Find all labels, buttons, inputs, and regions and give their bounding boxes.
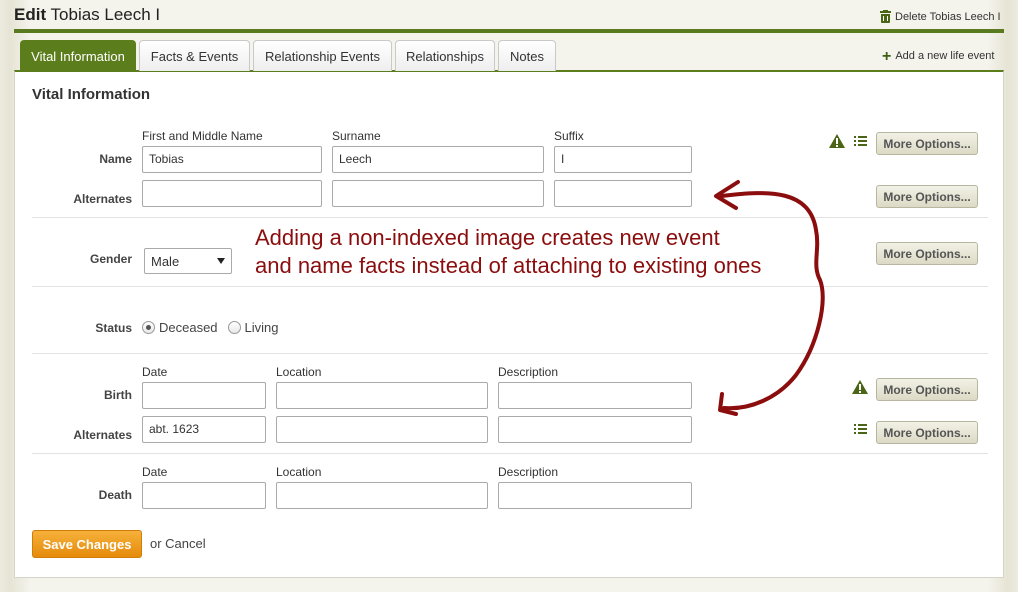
- name-alternates-label: Alternates: [73, 192, 132, 206]
- warning-icon[interactable]: [852, 380, 868, 394]
- first-name-input[interactable]: Tobias: [142, 146, 322, 173]
- tab-facts-events[interactable]: Facts & Events: [139, 40, 250, 71]
- col-head-death-location: Location: [276, 465, 322, 479]
- birth-more-options-button[interactable]: More Options...: [876, 378, 978, 401]
- name-label: Name: [99, 152, 132, 166]
- list-icon[interactable]: [854, 136, 867, 147]
- tab-vital-information[interactable]: Vital Information: [20, 40, 136, 71]
- gender-label: Gender: [89, 252, 132, 266]
- alt-birth-description-input[interactable]: [498, 416, 692, 443]
- tab-relationship-events[interactable]: Relationship Events: [253, 40, 392, 71]
- section-title: Vital Information: [32, 86, 151, 103]
- warning-icon[interactable]: [829, 134, 845, 148]
- annotation-text: Adding a non-indexed image creates new e…: [255, 224, 761, 280]
- row-divider: [32, 217, 988, 218]
- page-title: Edit Tobias Leech I: [14, 5, 160, 25]
- annotation-arrow: [714, 180, 825, 416]
- col-head-suffix: Suffix: [554, 129, 584, 143]
- save-changes-button[interactable]: Save Changes: [32, 530, 142, 558]
- living-label: Living: [244, 320, 279, 335]
- col-head-death-date: Date: [142, 465, 168, 479]
- status-radio-group: Deceased Living: [142, 320, 279, 335]
- add-life-event-link[interactable]: + Add a new life event: [882, 47, 995, 65]
- col-head-surname: Surname: [332, 129, 381, 143]
- birth-alternates-more-options-button[interactable]: More Options...: [876, 421, 978, 444]
- death-date-input[interactable]: [142, 482, 266, 509]
- delete-person-link[interactable]: Delete Tobias Leech I: [880, 10, 1001, 23]
- deceased-radio[interactable]: [142, 321, 155, 334]
- gender-selected-value: Male: [151, 253, 180, 269]
- add-life-event-label: Add a new life event: [895, 50, 995, 62]
- header-divider: [14, 29, 1004, 33]
- birth-date-input[interactable]: [142, 382, 266, 409]
- annotation-line-2: and name facts instead of attaching to e…: [255, 253, 762, 278]
- col-head-death-description: Description: [498, 465, 559, 479]
- alt-birth-date-input[interactable]: abt. 1623: [142, 416, 266, 443]
- trash-icon: [880, 10, 891, 23]
- plus-icon: +: [882, 47, 892, 65]
- death-location-input[interactable]: [276, 482, 488, 509]
- alternates-more-options-button[interactable]: More Options...: [876, 185, 978, 208]
- alt-birth-location-input[interactable]: [276, 416, 488, 443]
- name-more-options-button[interactable]: More Options...: [876, 132, 978, 155]
- list-icon[interactable]: [854, 424, 867, 435]
- tab-relationships[interactable]: Relationships: [395, 40, 495, 71]
- cancel-link[interactable]: or Cancel: [150, 536, 206, 551]
- col-head-birth-date: Date: [142, 365, 168, 379]
- birth-location-input[interactable]: [276, 382, 488, 409]
- gender-more-options-button[interactable]: More Options...: [876, 242, 978, 265]
- birth-label: Birth: [104, 388, 132, 402]
- edit-word: Edit: [14, 5, 47, 24]
- alt-first-name-input[interactable]: [142, 180, 322, 207]
- row-divider: [32, 453, 988, 454]
- birth-description-input[interactable]: [498, 382, 692, 409]
- birth-alternates-label: Alternates: [73, 428, 132, 442]
- surname-input[interactable]: Leech: [332, 146, 544, 173]
- col-head-birth-location: Location: [276, 365, 322, 379]
- alt-suffix-input[interactable]: [554, 180, 692, 207]
- suffix-input[interactable]: I: [554, 146, 692, 173]
- death-description-input[interactable]: [498, 482, 692, 509]
- delete-person-label: Delete Tobias Leech I: [895, 10, 1001, 23]
- alt-surname-input[interactable]: [332, 180, 544, 207]
- living-radio[interactable]: [227, 321, 241, 334]
- gender-select[interactable]: Male: [144, 248, 232, 274]
- chevron-down-icon: [217, 258, 225, 264]
- col-head-first-name: First and Middle Name: [142, 129, 263, 143]
- annotation-line-1: Adding a non-indexed image creates new e…: [255, 225, 720, 250]
- status-label: Status: [95, 321, 132, 335]
- row-divider: [32, 286, 988, 287]
- tab-notes[interactable]: Notes: [498, 40, 556, 71]
- death-label: Death: [98, 488, 132, 502]
- col-head-birth-description: Description: [498, 365, 559, 379]
- person-name: Tobias Leech I: [50, 5, 161, 24]
- deceased-label: Deceased: [159, 320, 218, 335]
- row-divider: [32, 353, 988, 354]
